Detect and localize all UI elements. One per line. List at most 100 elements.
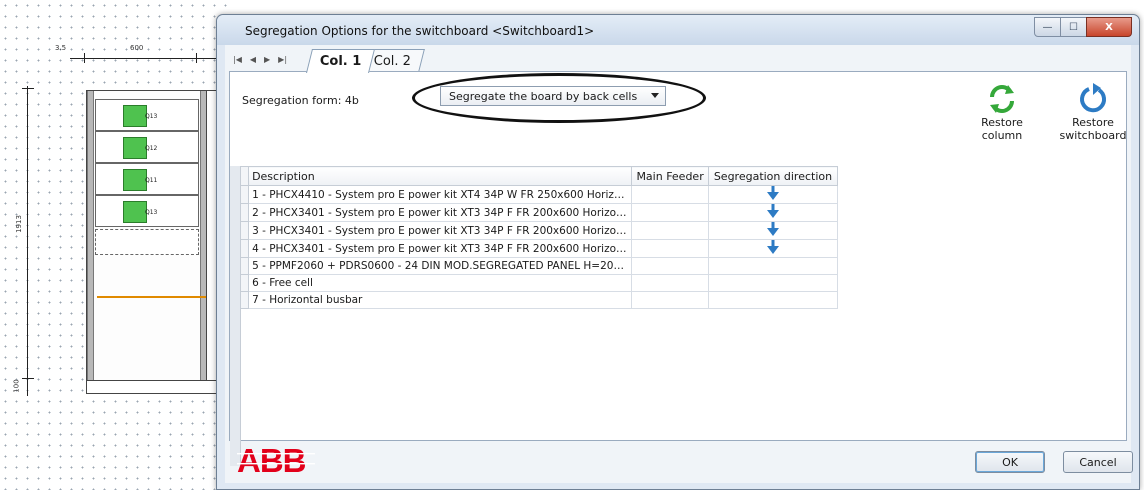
- device-label: Q13: [145, 209, 158, 216]
- row-header[interactable]: [239, 221, 250, 240]
- breaker-device[interactable]: [123, 201, 147, 223]
- row-header[interactable]: [239, 274, 250, 292]
- arrow-down-icon[interactable]: [766, 204, 779, 221]
- cell-description[interactable]: 1 - PHCX4410 - System pro E power kit XT…: [248, 185, 633, 204]
- minimize-button[interactable]: —: [1034, 17, 1061, 37]
- abb-logo: ABB: [237, 442, 315, 480]
- table-row[interactable]: 1 - PHCX4410 - System pro E power kit XT…: [239, 185, 839, 204]
- tab-label: Col. 2: [373, 53, 412, 69]
- restore-column-button[interactable]: Restore column: [960, 82, 1044, 142]
- row-header-corner: [239, 166, 250, 186]
- segregation-mode-value: Segregate the board by back cells: [449, 89, 638, 103]
- arrow-down-icon[interactable]: [766, 240, 779, 257]
- dimension-line: [70, 58, 220, 59]
- cabinet-base: [86, 380, 228, 394]
- row-header[interactable]: [239, 239, 250, 258]
- cell-segregation-direction[interactable]: [707, 185, 839, 204]
- ok-button[interactable]: OK: [975, 451, 1045, 473]
- device-label: Q11: [145, 177, 158, 184]
- column-panel: Segregation form: 4b Segregate the board…: [229, 71, 1128, 466]
- row-header[interactable]: [239, 257, 250, 275]
- cell-segregation-direction[interactable]: [707, 203, 839, 222]
- tab-label: Col. 1: [319, 54, 362, 69]
- row-header[interactable]: [239, 291, 250, 309]
- row-header[interactable]: [239, 185, 250, 204]
- dimension-line: [27, 86, 28, 396]
- arrow-down-icon[interactable]: [766, 186, 779, 203]
- restore-switchboard-label-2: switchboard: [1059, 129, 1127, 142]
- table-row[interactable]: 2 - PHCX3401 - System pro E power kit XT…: [239, 203, 839, 222]
- dimension-label: 600: [130, 44, 144, 52]
- cell-main-feeder[interactable]: [631, 185, 709, 204]
- refresh-icon: [960, 82, 1044, 116]
- first-tab-icon[interactable]: |◀: [233, 55, 242, 64]
- tab-col-1[interactable]: Col. 1: [306, 49, 376, 73]
- abb-logo-text: ABB: [237, 443, 306, 477]
- switchboard-cabinet[interactable]: Q13 Q12 Q11 Q13: [86, 90, 208, 382]
- cell-description[interactable]: 5 - PPMF2060 + PDRS0600 - 24 DIN MOD.SEG…: [248, 257, 633, 275]
- cells-grid: Description Main Feeder Segregation dire…: [239, 166, 839, 309]
- cell-segregation-direction[interactable]: [707, 221, 839, 240]
- grid-header-row: Description Main Feeder Segregation dire…: [239, 166, 839, 186]
- chevron-down-icon: [651, 93, 659, 98]
- undo-circle-icon: [1058, 82, 1128, 116]
- table-row[interactable]: 6 - Free cell: [239, 274, 839, 292]
- tab-navigation: |◀ ◀ ▶ ▶|: [233, 55, 287, 64]
- last-tab-icon[interactable]: ▶|: [278, 55, 287, 64]
- cell-segregation-direction[interactable]: [707, 257, 839, 275]
- maximize-button[interactable]: ☐: [1060, 17, 1087, 37]
- dimension-label: 1913: [14, 215, 23, 233]
- din-rail-panel: [95, 229, 199, 255]
- dimension-tick: [22, 378, 34, 379]
- cell-description[interactable]: 4 - PHCX3401 - System pro E power kit XT…: [248, 239, 633, 258]
- dimension-label: 3.5: [55, 44, 67, 52]
- horizontal-busbar: [97, 296, 207, 298]
- arrow-down-icon[interactable]: [766, 222, 779, 239]
- cad-drawing-canvas[interactable]: 3.5 600 1913 100 Q13 Q12 Q11 Q13: [0, 0, 230, 490]
- window-controls: — ☐ X: [1034, 17, 1132, 37]
- cell-segregation-direction[interactable]: [707, 274, 839, 292]
- cell-description[interactable]: 6 - Free cell: [248, 274, 633, 292]
- cell-description[interactable]: 3 - PHCX3401 - System pro E power kit XT…: [248, 221, 633, 240]
- breaker-device[interactable]: [123, 169, 147, 191]
- table-row[interactable]: 5 - PPMF2060 + PDRS0600 - 24 DIN MOD.SEG…: [239, 257, 839, 275]
- restore-column-label: Restore column: [981, 116, 1023, 142]
- cell-main-feeder[interactable]: [631, 274, 709, 292]
- cell-segregation-direction[interactable]: [707, 291, 839, 309]
- cell-description[interactable]: 7 - Horizontal busbar: [248, 291, 633, 309]
- cell-main-feeder[interactable]: [631, 257, 709, 275]
- cell-description[interactable]: 2 - PHCX3401 - System pro E power kit XT…: [248, 203, 633, 222]
- segregation-mode-select[interactable]: Segregate the board by back cells: [440, 86, 666, 106]
- cancel-button[interactable]: Cancel: [1063, 451, 1133, 473]
- next-tab-icon[interactable]: ▶: [264, 55, 270, 64]
- restore-switchboard-label-1: Restore: [1072, 116, 1114, 129]
- breaker-device[interactable]: [123, 105, 147, 127]
- dialog-client-area: |◀ ◀ ▶ ▶| Col. 1 Col. 2 Segregation form…: [225, 45, 1133, 483]
- column-header-segregation-direction[interactable]: Segregation direction: [707, 166, 839, 186]
- row-header[interactable]: [239, 203, 250, 222]
- segregation-options-dialog: Segregation Options for the switchboard …: [216, 14, 1140, 490]
- cell-segregation-direction[interactable]: [707, 239, 839, 258]
- tab-strip: |◀ ◀ ▶ ▶| Col. 1 Col. 2: [225, 45, 1131, 73]
- cell-main-feeder[interactable]: [631, 203, 709, 222]
- title-bar[interactable]: Segregation Options for the switchboard …: [217, 15, 1139, 45]
- table-row[interactable]: 4 - PHCX3401 - System pro E power kit XT…: [239, 239, 839, 258]
- breaker-device[interactable]: [123, 137, 147, 159]
- prev-tab-icon[interactable]: ◀: [250, 55, 256, 64]
- column-header-main-feeder[interactable]: Main Feeder: [631, 166, 709, 186]
- dialog-footer: ABB OK Cancel: [225, 441, 1133, 483]
- window-title: Segregation Options for the switchboard …: [245, 24, 595, 38]
- cell-main-feeder[interactable]: [631, 239, 709, 258]
- cabinet-rail: [87, 91, 94, 381]
- restore-switchboard-button[interactable]: Restore switchboard: [1058, 82, 1128, 142]
- dimension-tick: [196, 53, 197, 63]
- dimension-label: 100: [12, 379, 21, 393]
- dimension-tick: [22, 88, 34, 89]
- column-header-description[interactable]: Description: [248, 166, 633, 186]
- device-label: Q13: [145, 113, 158, 120]
- table-row[interactable]: 3 - PHCX3401 - System pro E power kit XT…: [239, 221, 839, 240]
- table-row[interactable]: 7 - Horizontal busbar: [239, 291, 839, 309]
- cell-main-feeder[interactable]: [631, 221, 709, 240]
- close-button[interactable]: X: [1086, 17, 1132, 37]
- cell-main-feeder[interactable]: [631, 291, 709, 309]
